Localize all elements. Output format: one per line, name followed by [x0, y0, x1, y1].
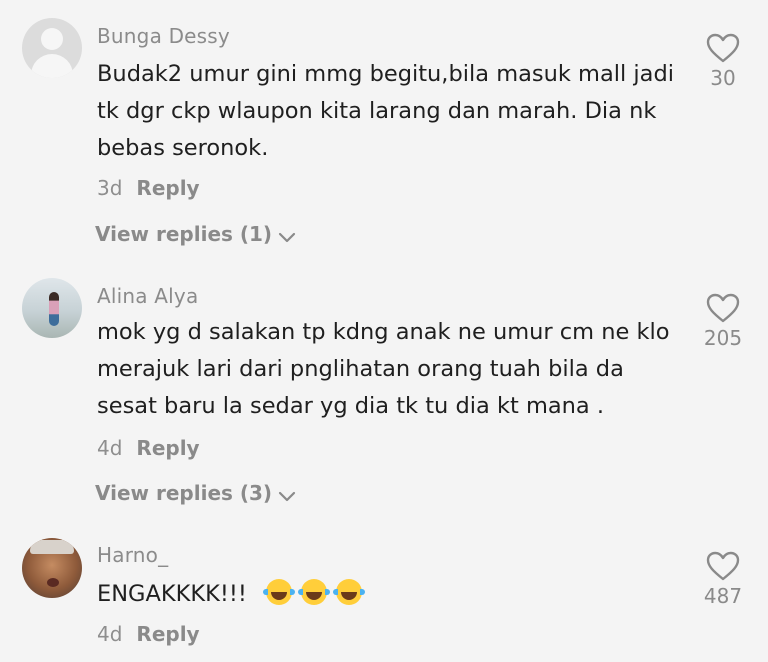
user-avatar[interactable]: [22, 538, 82, 598]
default-avatar-icon[interactable]: [22, 18, 82, 78]
comment-text-body: ENGAKKKK!!!: [97, 581, 247, 607]
view-replies-button[interactable]: View replies (3): [95, 481, 296, 507]
face-with-tears-of-joy-icon: [263, 579, 296, 605]
heart-icon: [700, 32, 746, 64]
reply-button[interactable]: Reply: [136, 622, 199, 646]
comment-time: 4d: [97, 622, 123, 646]
like-button[interactable]: 30: [700, 32, 746, 90]
comment-meta: 4d Reply: [97, 622, 200, 646]
comment-meta: 4d Reply: [97, 436, 200, 460]
user-avatar[interactable]: [22, 278, 82, 338]
like-count: 487: [703, 584, 743, 608]
chevron-down-icon: [278, 483, 296, 507]
comment-time: 3d: [97, 176, 123, 200]
heart-icon: [700, 292, 746, 324]
emoji-group: [263, 579, 366, 607]
comment-username[interactable]: Harno_: [97, 543, 168, 567]
like-count: 205: [703, 326, 743, 350]
comment-meta: 3d Reply: [97, 176, 200, 200]
face-with-tears-of-joy-icon: [298, 579, 331, 605]
comment-time: 4d: [97, 436, 123, 460]
comment-username[interactable]: Bunga Dessy: [97, 24, 230, 48]
view-replies-label: View replies (1): [95, 222, 273, 246]
view-replies-button[interactable]: View replies (1): [95, 222, 296, 248]
reply-button[interactable]: Reply: [136, 176, 199, 200]
like-button[interactable]: 205: [700, 292, 746, 350]
like-button[interactable]: 487: [700, 550, 746, 608]
heart-icon: [700, 550, 746, 582]
comment-username[interactable]: Alina Alya: [97, 284, 198, 308]
comment-text: mok yg d salakan tp kdng anak ne umur cm…: [97, 319, 670, 419]
comment-text: Budak2 umur gini mmg begitu,bila masuk m…: [97, 61, 674, 161]
reply-button[interactable]: Reply: [136, 436, 199, 460]
like-count: 30: [710, 66, 736, 90]
face-with-tears-of-joy-icon: [333, 579, 366, 605]
view-replies-label: View replies (3): [95, 481, 273, 505]
chevron-down-icon: [278, 224, 296, 248]
comment-text: ENGAKKKK!!!: [97, 576, 687, 613]
